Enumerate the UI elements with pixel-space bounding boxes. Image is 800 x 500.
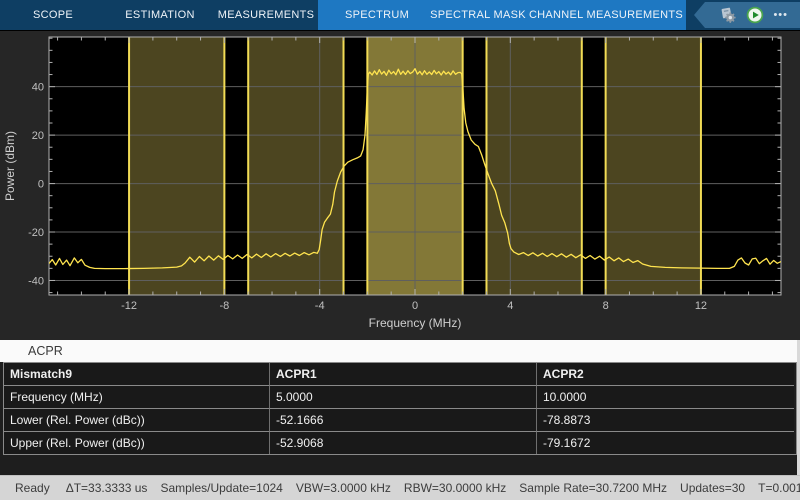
status-item: T=0.0010 — [758, 481, 800, 495]
ellipsis-icon[interactable]: ••• — [773, 2, 788, 28]
tab-spectrum[interactable]: SPECTRUM — [345, 0, 409, 30]
svg-text:-8: -8 — [219, 300, 229, 312]
status-bar: Ready ΔT=33.3333 us Samples/Update=1024 VB… — [0, 475, 800, 500]
tab-spectral-mask[interactable]: SPECTRAL MASK — [430, 0, 526, 30]
table-cell: -52.9068 — [270, 431, 537, 454]
tab-measurements[interactable]: MEASUREMENTS — [218, 0, 315, 30]
svg-text:20: 20 — [32, 130, 44, 142]
table-row: Lower (Rel. Power (dBc))-52.1666-78.8873 — [4, 408, 796, 431]
table-cell: -52.1666 — [270, 408, 537, 431]
tab-estimation[interactable]: ESTIMATION — [125, 0, 194, 30]
y-axis-label: Power (dBm) — [3, 131, 17, 201]
svg-text:0: 0 — [412, 300, 418, 312]
status-state: Ready — [15, 481, 50, 495]
toolstrip: SCOPE ESTIMATION MEASUREMENTS SPECTRUM SPECT… — [0, 0, 800, 31]
tab-scope[interactable]: SCOPE — [33, 0, 73, 30]
svg-text:-40: -40 — [28, 275, 44, 287]
svg-text:-12: -12 — [121, 300, 137, 312]
x-axis-label: Frequency (MHz) — [369, 316, 462, 330]
band-adjacent — [606, 37, 701, 295]
table-header-cell: Mismatch9 — [4, 363, 270, 385]
measurements-header-strip: ACPR — [0, 340, 800, 362]
svg-text:4: 4 — [507, 300, 513, 312]
spectrum-figure: -12-8-404812-40-2002040Frequency (MHz)Po… — [0, 30, 800, 340]
table-cell: 5.0000 — [270, 385, 537, 408]
table-header-row: Mismatch9ACPR1ACPR2 — [4, 363, 796, 385]
status-item: ΔT=33.3333 us — [66, 481, 148, 495]
tab-channel-measurements[interactable]: CHANNEL MEASUREMENTS — [529, 0, 683, 30]
svg-text:8: 8 — [603, 300, 609, 312]
table-cell: Upper (Rel. Power (dBc)) — [4, 431, 270, 454]
status-item: Sample Rate=30.7200 MHz — [519, 481, 667, 495]
table-header-cell: ACPR2 — [537, 363, 794, 385]
acpr-table: Mismatch9ACPR1ACPR2Frequency (MHz)5.0000… — [3, 362, 797, 455]
svg-text:12: 12 — [695, 300, 707, 312]
status-items: ΔT=33.3333 us Samples/Update=1024 VBW=3.00… — [66, 481, 800, 495]
svg-text:-20: -20 — [28, 227, 44, 239]
table-cell: Frequency (MHz) — [4, 385, 270, 408]
status-item: RBW=30.0000 kHz — [404, 481, 506, 495]
status-item: Updates=30 — [680, 481, 745, 495]
run-icon[interactable] — [746, 6, 764, 24]
table-cell: -78.8873 — [537, 408, 794, 431]
tune-settings-icon[interactable] — [719, 6, 737, 24]
table-cell: Lower (Rel. Power (dBc)) — [4, 408, 270, 431]
table-row: Frequency (MHz)5.000010.0000 — [4, 385, 796, 408]
status-item: Samples/Update=1024 — [160, 481, 282, 495]
table-row: Upper (Rel. Power (dBc))-52.9068-79.1672 — [4, 431, 796, 454]
measurements-panel: Mismatch9ACPR1ACPR2Frequency (MHz)5.0000… — [0, 362, 800, 475]
toolstrip-quick-actions: ••• — [694, 2, 800, 28]
spectrum-plot: -12-8-404812-40-2002040Frequency (MHz)Po… — [0, 30, 800, 340]
table-header-cell: ACPR1 — [270, 363, 537, 385]
svg-text:-4: -4 — [315, 300, 325, 312]
acpr-panel-title: ACPR — [28, 340, 63, 362]
status-item: VBW=3.0000 kHz — [296, 481, 391, 495]
table-cell: -79.1672 — [537, 431, 794, 454]
svg-text:40: 40 — [32, 82, 44, 94]
table-cell: 10.0000 — [537, 385, 794, 408]
svg-text:0: 0 — [38, 179, 44, 191]
